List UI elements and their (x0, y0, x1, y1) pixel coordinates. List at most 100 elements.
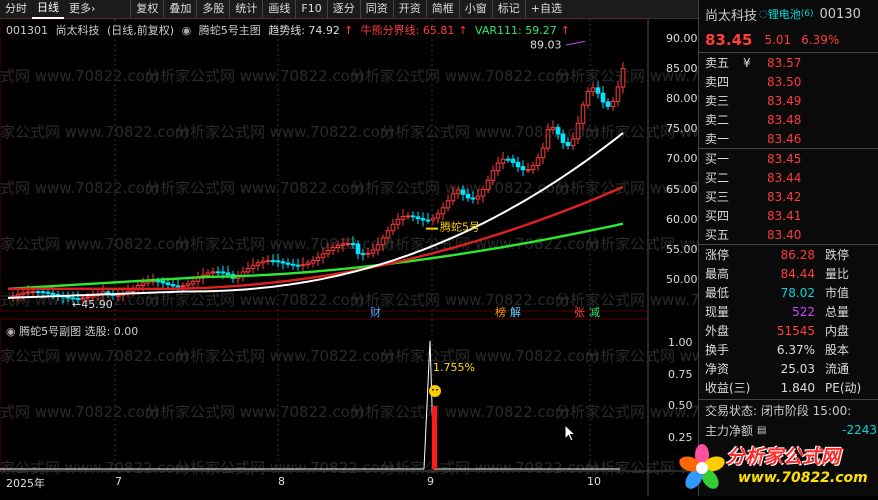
price-tick-label: 60.00 (666, 212, 698, 226)
sub-indicator-settings-icon[interactable]: ◉ (6, 325, 16, 338)
stat-label: 现量 (705, 305, 730, 319)
ask-row[interactable]: 卖三 83.49 (699, 91, 878, 110)
event-marker: 财 (370, 305, 381, 319)
stat-label: 最高 (705, 267, 730, 281)
sector-count: (6) (800, 9, 814, 19)
select-stock-label: 选股: 0.00 (84, 325, 139, 338)
price-tick-label: 65.00 (666, 182, 698, 196)
stat-label-2: PE(动) (825, 381, 862, 395)
stat-row[interactable]: 净资 25.03 流通 (699, 359, 878, 378)
ask-price: 83.50 (767, 74, 802, 89)
chart-area[interactable]: 分析家公式网 www.70822.com分析家公式网 www.70822.com… (0, 19, 698, 496)
var111-line (7, 222, 624, 290)
flow-detail-icon[interactable]: ▤ (757, 425, 766, 436)
tab-intraday[interactable]: 分时 (0, 0, 32, 18)
bid-row[interactable]: 买三 83.42 (699, 187, 878, 206)
bid-row[interactable]: 买二 83.44 (699, 168, 878, 187)
main-indicator-name[interactable]: 腾蛇5号主图 (199, 24, 261, 37)
ask-label: 卖五 (705, 56, 730, 70)
svg-text:分析家公式网 www.70822.com: 分析家公式网 www.70822.com (350, 67, 570, 85)
quote-panel: 尚太科技 ◌ 锂电池 (6) 00130 83.45 5.01 6.39% 卖五… (698, 0, 878, 496)
sector-name[interactable]: 锂电池 (768, 6, 801, 22)
tab-more-label: 更多 (69, 2, 91, 15)
stat-row[interactable]: 最高 84.44 量比 (699, 264, 878, 283)
svg-text:分析家公式网 www.70822.com: 分析家公式网 www.70822.com (0, 179, 160, 197)
stat-label: 换手 (705, 343, 730, 357)
stat-value: 522 (792, 304, 815, 319)
overlay-button[interactable]: 叠加 (163, 0, 196, 18)
stat-label-2: 量比 (825, 267, 850, 281)
sub-indicator-name[interactable]: 腾蛇5号副图 (19, 325, 81, 338)
svg-text:分析家公式网 www.70822.com: 分析家公式网 www.70822.com (380, 123, 600, 141)
stats-table: 涨停 86.28 跌停 最高 84.44 量比 最低 78.02 市值 现量 522 总量 外盘 5154… (699, 244, 878, 397)
sub-tick-label: 0.75 (668, 367, 693, 381)
chart-toolbar: 分时 日线 更多› 复权 叠加 多股 统计 画线 F10 逐分 同资 开资 简框… (0, 0, 698, 19)
stat-label-2: 股本 (825, 343, 850, 357)
main-flow-label: 主力净额 (705, 423, 754, 438)
f10-button[interactable]: F10 (295, 0, 326, 18)
bid-label: 买四 (705, 209, 730, 223)
low-price-label: ←45.90 (72, 298, 113, 311)
simple-frame-button[interactable]: 简框 (425, 0, 459, 18)
event-marker: 榜 (495, 305, 506, 319)
price-tick-label: 85.00 (666, 62, 698, 76)
ask-row[interactable]: 卖四 83.50 (699, 72, 878, 91)
tab-more[interactable]: 更多› (64, 0, 100, 18)
indicator-settings-icon[interactable]: ◉ (182, 24, 192, 37)
stat-value: 1.840 (780, 380, 815, 395)
restore-rights-button[interactable]: 复权 (130, 0, 163, 18)
open-capital-button[interactable]: 开资 (392, 0, 426, 18)
var111-up-arrow-icon: ↑ (560, 24, 570, 37)
same-capital-button[interactable]: 同资 (359, 0, 393, 18)
bid-price: 83.42 (767, 189, 802, 204)
stat-row[interactable]: 外盘 51545 内盘 (699, 321, 878, 340)
ask-price: 83.46 (767, 131, 802, 146)
ask-label: 卖四 (705, 75, 730, 89)
bid-row[interactable]: 买五 83.40 (699, 225, 878, 244)
stat-row[interactable]: 最低 78.02 市值 (699, 283, 878, 302)
ask-mark: ¥ (743, 55, 751, 70)
stat-row[interactable]: 收益(三) 1.840 PE(动) (699, 378, 878, 397)
bid-row[interactable]: 买一 83.45 (699, 149, 878, 168)
ask-row[interactable]: 卖五 ¥83.57 (699, 53, 878, 72)
bid-price: 83.44 (767, 170, 802, 185)
tab-daily[interactable]: 日线 (32, 0, 64, 19)
stat-row[interactable]: 换手 6.37% 股本 (699, 340, 878, 359)
ask-row[interactable]: 卖一 83.46 (699, 129, 878, 148)
svg-text:分析家公式网 www.70822.com: 分析家公式网 www.70822.com (350, 291, 570, 309)
bid-label: 买二 (705, 171, 730, 185)
time-tick-label: 9 (427, 475, 434, 488)
price-tick-label: 90.00 (666, 32, 698, 45)
statistics-button[interactable]: 统计 (229, 0, 262, 18)
trend-line (7, 132, 624, 299)
small-window-button[interactable]: 小窗 (458, 0, 492, 18)
stat-row[interactable]: 涨停 86.28 跌停 (699, 245, 878, 264)
bid-book: 买一 83.45 买二 83.44 买三 83.42 买四 83.41 买五 83.40 (699, 148, 878, 244)
bid-row[interactable]: 买四 83.41 (699, 206, 878, 225)
price-tick-label: 50.00 (666, 272, 698, 286)
tengshe-label: 腾蛇5号 (440, 219, 480, 233)
period-label: (日线,前复权) (107, 24, 175, 37)
var111-label: VAR111: 59.27 (475, 24, 557, 37)
price-change-pct: 6.39% (801, 33, 840, 47)
time-tick-label: 2025年 (6, 477, 45, 490)
svg-text:分析家公式网 www.70822.com: 分析家公式网 www.70822.com (145, 291, 365, 309)
sector-icon[interactable]: ◌ (759, 9, 768, 20)
multi-stock-button[interactable]: 多股 (196, 0, 229, 18)
add-favorite-button[interactable]: +自选 (524, 0, 567, 18)
event-marker: 减 (589, 306, 600, 319)
ask-label: 卖一 (705, 132, 730, 146)
ask-price: 83.57 (767, 55, 802, 70)
ask-row[interactable]: 卖二 83.48 (699, 110, 878, 129)
current-price: 83.45 (705, 31, 753, 49)
tick-button[interactable]: 逐分 (326, 0, 360, 18)
stat-label-2: 市值 (825, 286, 850, 300)
trend-line-label: 趋势线: 74.92 (268, 24, 340, 37)
bid-price: 83.41 (767, 208, 802, 223)
kline-chart[interactable]: 分析家公式网 www.70822.com分析家公式网 www.70822.com… (0, 19, 698, 496)
chevron-right-icon: › (91, 2, 96, 15)
stat-row[interactable]: 现量 522 总量 (699, 302, 878, 321)
stock-name: 尚太科技 (55, 24, 100, 37)
mark-button[interactable]: 标记 (491, 0, 525, 18)
draw-line-button[interactable]: 画线 (262, 0, 295, 18)
